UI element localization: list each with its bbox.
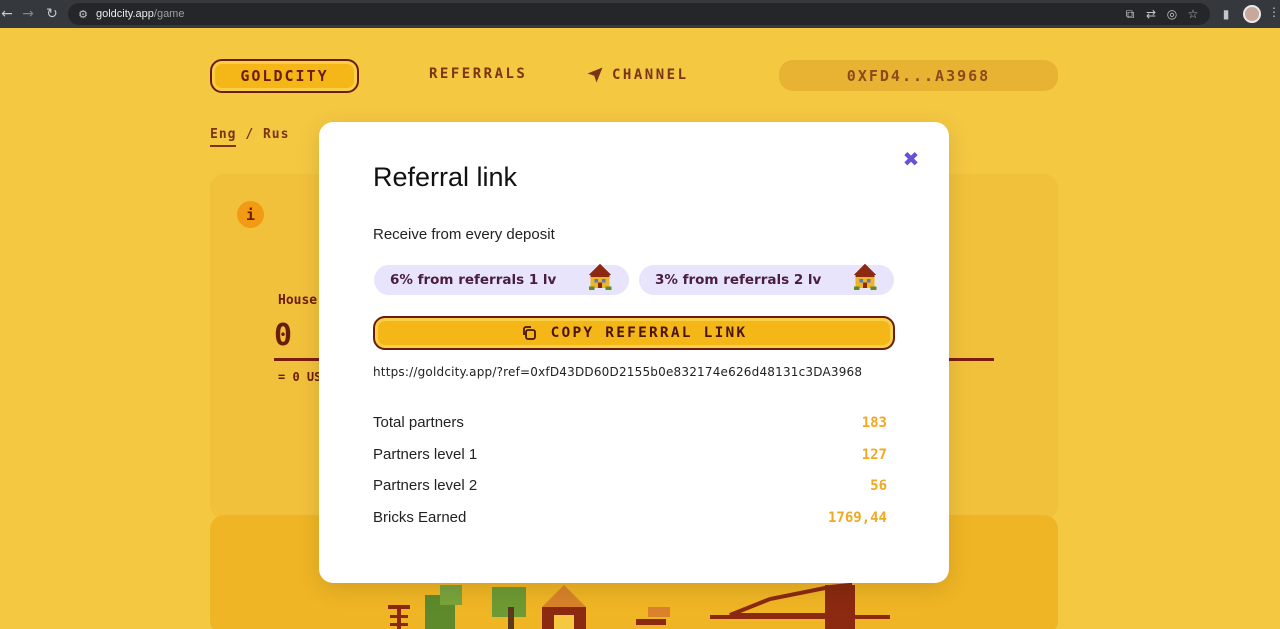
reload-icon[interactable]: ↻ [41, 3, 63, 25]
modal-subtitle: Receive from every deposit [373, 226, 555, 243]
stat-row: Total partners 183 [373, 414, 887, 431]
browser-toolbar: ← → ↻ ⚙ goldcity.app/game ⧉ ⇄ ◎ ☆ ▮ ⋮ [0, 0, 1280, 28]
stat-label: Partners level 1 [373, 446, 478, 463]
translate-icon[interactable]: ⇄ [1141, 4, 1161, 24]
bookmark-star-icon[interactable]: ☆ [1183, 4, 1203, 24]
stat-label: Partners level 2 [373, 477, 478, 494]
copy-referral-link-button[interactable]: COPY REFERRAL LINK [373, 316, 895, 350]
stat-row: Partners level 2 56 [373, 477, 887, 494]
copy-button-label: COPY REFERRAL LINK [550, 325, 748, 341]
house-icon [853, 263, 877, 290]
copy-icon [522, 326, 536, 340]
forward-icon[interactable]: → [17, 3, 39, 25]
stat-row: Bricks Earned 1769,44 [373, 509, 887, 526]
browser-menu-icon[interactable]: ⋮ [1268, 5, 1280, 19]
modal-title: Referral link [373, 162, 518, 192]
back-icon[interactable]: ← [0, 3, 18, 25]
site-settings-icon[interactable]: ⚙ [75, 6, 91, 22]
side-panel-icon[interactable]: ▮ [1216, 4, 1236, 24]
house-icon [588, 263, 612, 290]
referral-level-1-badge: 6% from referrals 1 lv [374, 263, 629, 295]
pill-label: 6% from referrals 1 lv [390, 272, 557, 288]
stat-value: 183 [861, 414, 887, 431]
stat-value: 1769,44 [827, 509, 887, 526]
referral-url[interactable]: https://goldcity.app/?ref=0xfD43DD60D215… [373, 365, 862, 379]
eye-off-icon[interactable]: ◎ [1162, 4, 1182, 24]
pill-label: 3% from referrals 2 lv [655, 272, 822, 288]
referral-modal: ✖ Referral link Receive from every depos… [319, 122, 949, 583]
url-host: goldcity.app [96, 8, 154, 20]
url-path: /game [153, 8, 185, 20]
stat-label: Total partners [373, 414, 464, 431]
stat-value: 127 [861, 446, 887, 463]
stat-label: Bricks Earned [373, 509, 467, 526]
close-icon[interactable]: ✖ [900, 148, 922, 170]
stat-value: 56 [870, 477, 887, 494]
install-app-icon[interactable]: ⧉ [1120, 4, 1140, 24]
address-bar[interactable]: ⚙ goldcity.app/game [68, 3, 1210, 25]
referral-level-2-badge: 3% from referrals 2 lv [639, 263, 894, 295]
stat-row: Partners level 1 127 [373, 446, 887, 463]
profile-avatar[interactable] [1243, 5, 1261, 23]
